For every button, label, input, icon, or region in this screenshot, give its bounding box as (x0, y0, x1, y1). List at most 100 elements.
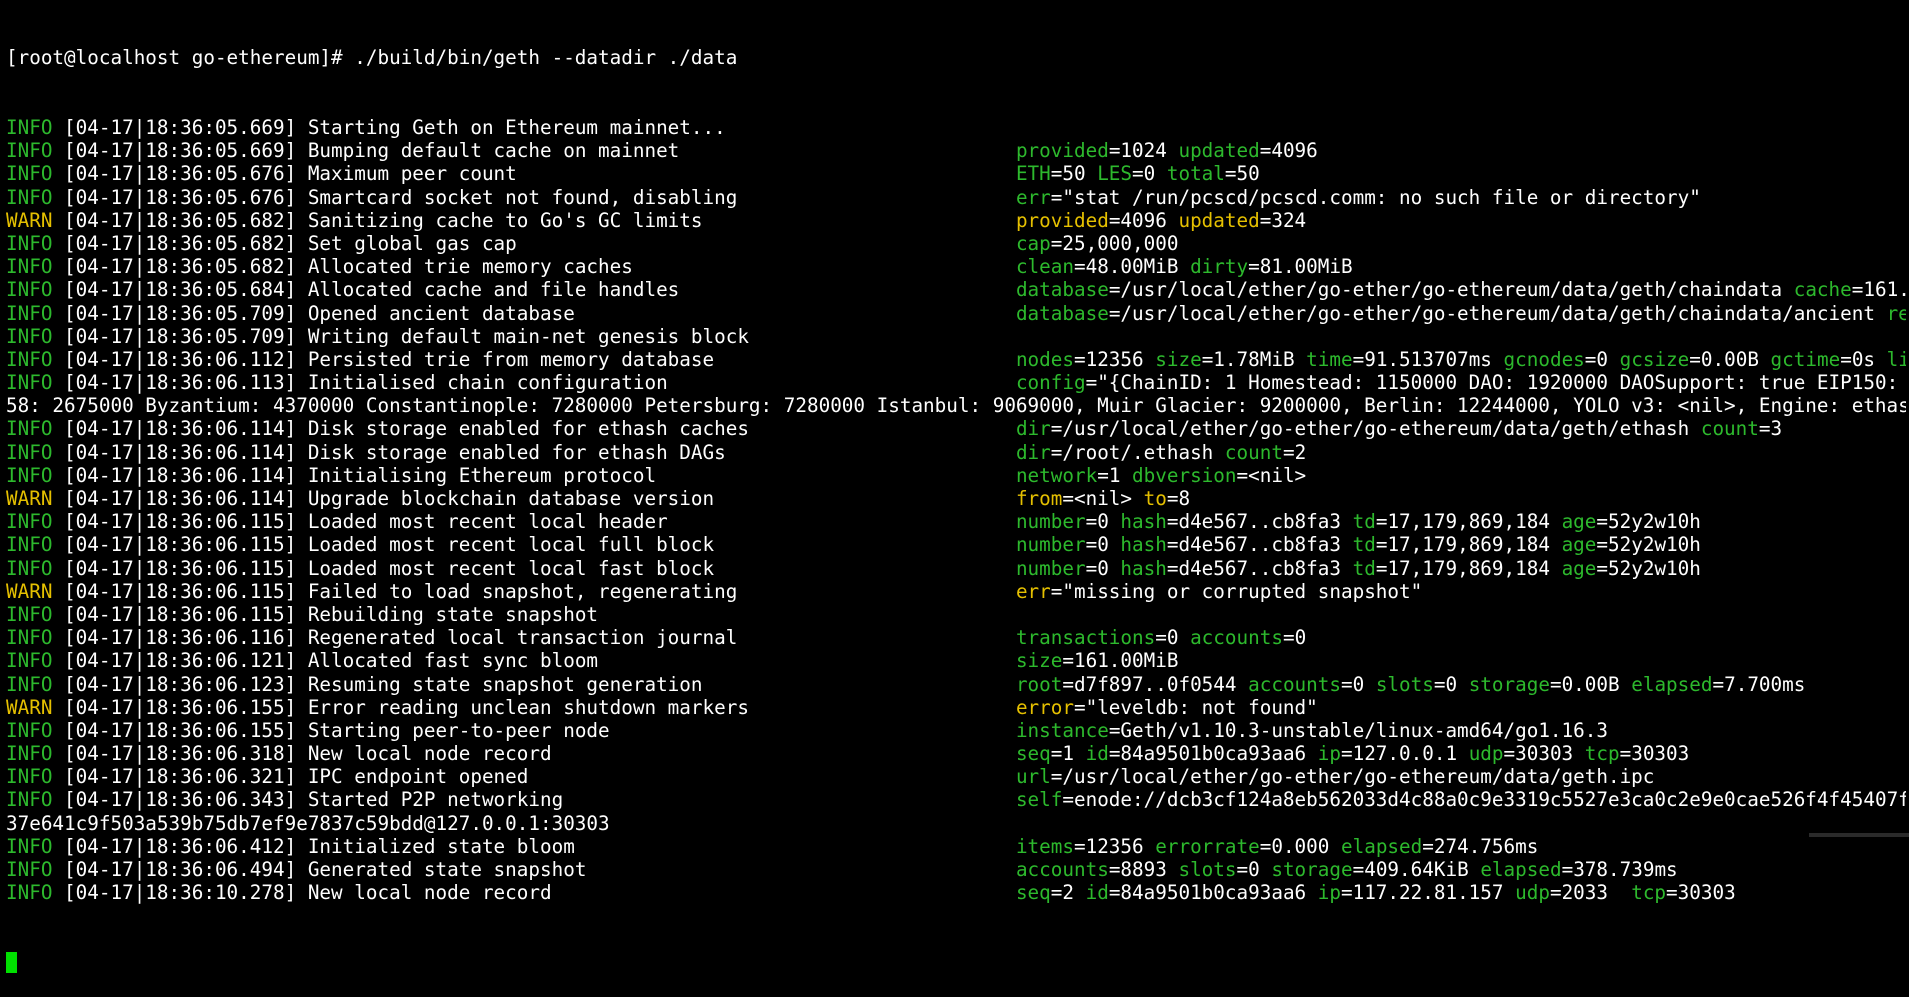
log-field-value: "stat /run/pcscd/pcscd.comm: no such fil… (1062, 186, 1700, 209)
log-line: INFO [04-17|18:36:06.321] IPC endpoint o… (6, 765, 1906, 788)
log-field-key: dirty (1190, 255, 1248, 278)
log-timestamp: [04-17|18:36:06.318] (52, 742, 307, 765)
log-field-value: "missing or corrupted snapshot" (1062, 580, 1422, 603)
log-line: INFO [04-17|18:36:06.115] Rebuilding sta… (6, 603, 1906, 626)
log-field-key: database (1016, 278, 1109, 301)
log-timestamp: [04-17|18:36:06.113] (52, 371, 307, 394)
log-level: WARN (6, 580, 52, 603)
log-field-value: 2 (1062, 881, 1074, 904)
log-field-equals: = (1086, 371, 1098, 394)
log-level: INFO (6, 835, 52, 858)
log-field-equals: = (1353, 858, 1365, 881)
log-level: INFO (6, 162, 52, 185)
log-field-equals: = (1051, 441, 1063, 464)
log-timestamp: [04-17|18:36:05.682] (52, 209, 307, 232)
log-field-value: 117.22.81.157 (1353, 881, 1504, 904)
log-field-key: clean (1016, 255, 1074, 278)
log-field-equals: = (1109, 278, 1121, 301)
log-field-equals: = (1283, 441, 1295, 464)
log-field-key: cache (1794, 278, 1852, 301)
log-level: INFO (6, 348, 52, 371)
log-field-key: udp (1469, 742, 1504, 765)
log-field-equals: = (1376, 533, 1388, 556)
log-field-equals: = (1109, 858, 1121, 881)
log-field-equals: = (1422, 835, 1434, 858)
log-field-equals: = (1376, 510, 1388, 533)
log-field-value: 12356 (1086, 835, 1144, 858)
log-level: INFO (6, 255, 52, 278)
log-field-value: 0s (1852, 348, 1875, 371)
log-field-equals: = (1596, 510, 1608, 533)
log-message: Starting Geth on Ethereum mainnet... (308, 116, 726, 139)
log-field-equals: = (1167, 510, 1179, 533)
log-line: INFO [04-17|18:36:05.669] Starting Geth … (6, 116, 1906, 139)
log-timestamp: [04-17|18:36:06.494] (52, 858, 307, 881)
log-field-key: root (1016, 673, 1062, 696)
log-timestamp: [04-17|18:36:06.155] (52, 719, 307, 742)
log-line: INFO [04-17|18:36:06.114] Disk storage e… (6, 417, 1906, 440)
log-timestamp: [04-17|18:36:05.669] (52, 139, 307, 162)
log-message: Loaded most recent local header (308, 510, 1016, 533)
log-field-key: id (1086, 742, 1109, 765)
log-field-equals: = (1086, 557, 1098, 580)
log-field-key: self (1016, 788, 1062, 811)
log-level: INFO (6, 858, 52, 881)
log-line: INFO [04-17|18:36:05.682] Allocated trie… (6, 255, 1906, 278)
log-line: INFO [04-17|18:36:05.684] Allocated cach… (6, 278, 1906, 301)
log-field-equals: = (1225, 162, 1237, 185)
log-field-key: td (1353, 510, 1376, 533)
log-field-key: accounts (1016, 858, 1109, 881)
log-field-equals: = (1109, 302, 1121, 325)
horizontal-scrollbar[interactable] (1809, 833, 1909, 837)
log-timestamp: [04-17|18:36:06.321] (52, 765, 307, 788)
log-field-key: total (1167, 162, 1225, 185)
log-field-value: 2 (1295, 441, 1307, 464)
log-field-key: tcp (1585, 742, 1620, 765)
log-message: Initialized state bloom (308, 835, 1016, 858)
log-field-key: td (1353, 533, 1376, 556)
log-field-equals: = (1248, 255, 1260, 278)
log-level: INFO (6, 533, 52, 556)
log-field-value: 0.000 (1271, 835, 1329, 858)
log-field-equals: = (1434, 673, 1446, 696)
log-field-equals: = (1167, 533, 1179, 556)
log-field-value: 12356 (1086, 348, 1144, 371)
log-level: INFO (6, 557, 52, 580)
log-field-value: /usr/local/ether/go-ether/go-ethereum/da… (1120, 278, 1782, 301)
log-field-value: 50 (1062, 162, 1085, 185)
log-message: Upgrade blockchain database version (308, 487, 1016, 510)
log-field-value: 161.00MiB (1863, 278, 1906, 301)
log-field-value: 17,179,869,184 (1387, 557, 1550, 580)
log-level: INFO (6, 116, 52, 139)
log-timestamp: [04-17|18:36:05.682] (52, 232, 307, 255)
log-line: INFO [04-17|18:36:05.676] Smartcard sock… (6, 186, 1906, 209)
log-timestamp: [04-17|18:36:06.114] (52, 487, 307, 510)
log-message: Allocated cache and file handles (308, 278, 1016, 301)
log-field-value: 25,000,000 (1062, 232, 1178, 255)
log-field-key: accounts (1248, 673, 1341, 696)
terminal-window[interactable]: [root@localhost go-ethereum]# ./build/bi… (6, 0, 1906, 837)
log-field-key: elapsed (1631, 673, 1712, 696)
log-message: Opened ancient database (308, 302, 1016, 325)
log-field-equals: = (1062, 649, 1074, 672)
input-line[interactable] (6, 951, 1906, 974)
log-message: Allocated fast sync bloom (308, 649, 1016, 672)
log-message: Regenerated local transaction journal (308, 626, 1016, 649)
log-line: INFO [04-17|18:36:06.318] New local node… (6, 742, 1906, 765)
log-timestamp: [04-17|18:36:06.115] (52, 533, 307, 556)
log-field-equals: = (1109, 881, 1121, 904)
log-line: INFO [04-17|18:36:06.112] Persisted trie… (6, 348, 1906, 371)
log-timestamp: [04-17|18:36:05.684] (52, 278, 307, 301)
log-level: INFO (6, 510, 52, 533)
log-field-key: hash (1120, 510, 1166, 533)
log-level: INFO (6, 742, 52, 765)
log-line-wrap: 37e641c9f503a539b75db7ef9e7837c59bdd@127… (6, 812, 1906, 835)
log-field-equals: = (1237, 464, 1249, 487)
log-field-equals: = (1283, 626, 1295, 649)
log-field-key: nodes (1016, 348, 1074, 371)
log-field-key: errorrate (1155, 835, 1259, 858)
log-message: Generated state snapshot (308, 858, 1016, 881)
log-field-value: enode://dcb3cf124a8eb562033d4c88a0c9e331… (1074, 788, 1906, 811)
log-timestamp: [04-17|18:36:05.709] (52, 302, 307, 325)
log-field-key: provided (1016, 209, 1109, 232)
